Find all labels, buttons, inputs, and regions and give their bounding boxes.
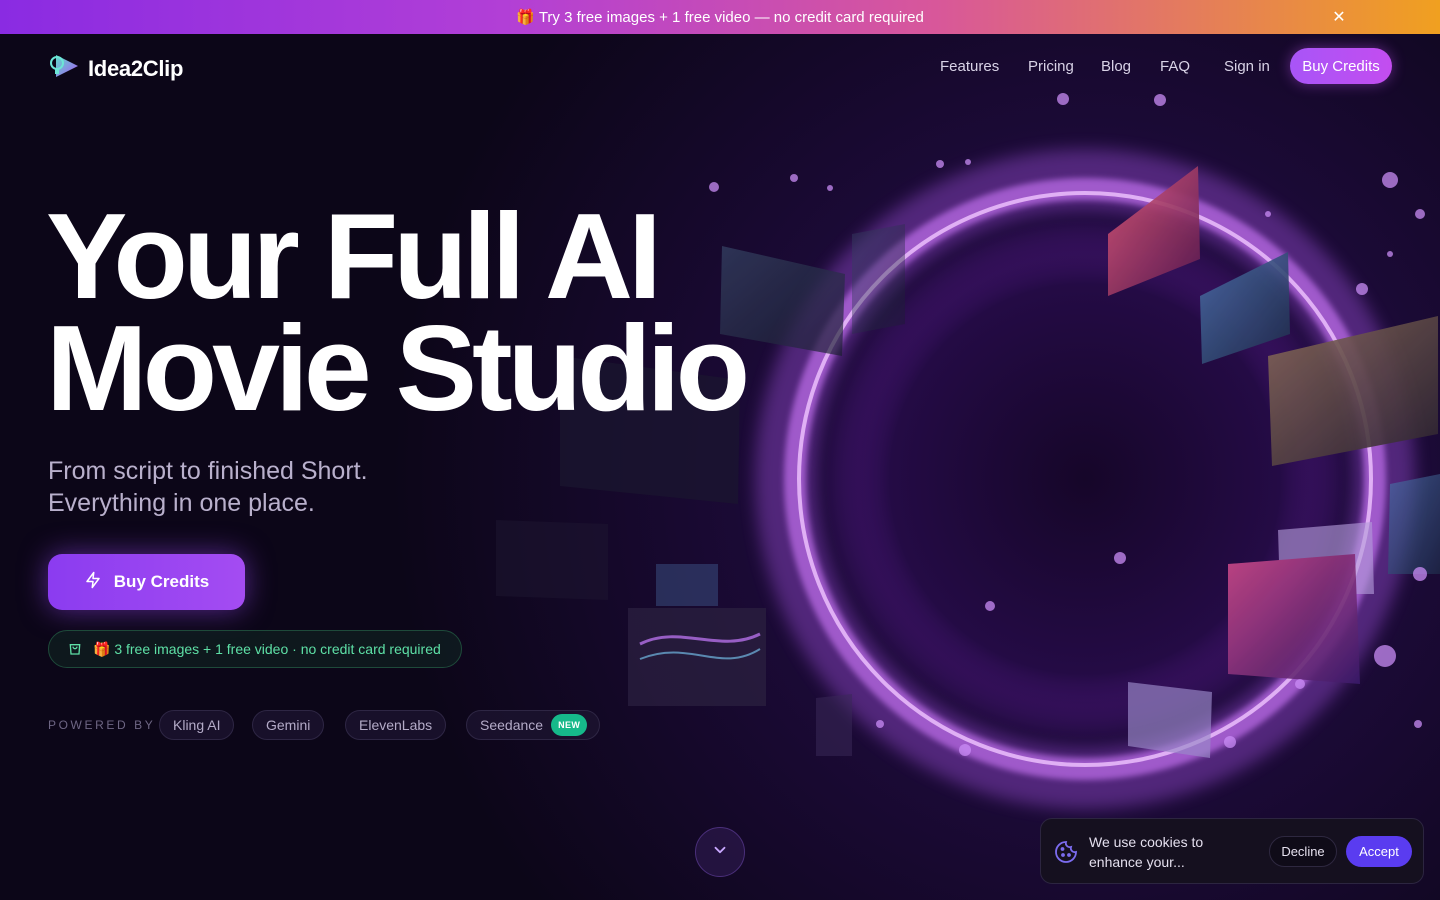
headline-line-2: Movie Studio xyxy=(46,300,750,436)
cookie-banner: We use cookies to enhance your... Declin… xyxy=(1040,818,1424,884)
sign-in-link[interactable]: Sign in xyxy=(1224,58,1270,75)
logo-text: Idea2Clip xyxy=(88,55,184,81)
hero-buy-credits-button[interactable]: Buy Credits xyxy=(48,554,245,610)
nav-link-pricing[interactable]: Pricing xyxy=(1028,58,1074,75)
hero-headline: Your Full AI Movie Studio xyxy=(46,188,750,436)
shopping-bag-icon xyxy=(67,640,83,659)
provider-chip-elevenlabs: ElevenLabs xyxy=(345,710,447,740)
provider-chip-gemini: Gemini xyxy=(252,710,325,740)
new-badge: NEW xyxy=(551,714,588,736)
cta-label: Buy Credits xyxy=(113,572,210,591)
logo-icon xyxy=(48,52,80,85)
provider-label: ElevenLabs xyxy=(359,717,433,733)
nav-buy-credits-button[interactable]: Buy Credits xyxy=(1290,48,1392,84)
provider-label: Gemini xyxy=(266,717,311,733)
cookie-icon xyxy=(1054,840,1078,869)
free-offer-text: 🎁 3 free images + 1 free video · no cred… xyxy=(93,640,441,657)
logo[interactable]: Idea2Clip xyxy=(48,52,183,85)
hero-subtitle: From script to finished Short. Everythin… xyxy=(48,455,368,519)
powered-by-label: POWERED BY xyxy=(48,718,156,732)
nav-link-faq[interactable]: FAQ xyxy=(1160,58,1190,75)
provider-chip-kling: Kling AI xyxy=(159,710,235,740)
decline-button[interactable]: Decline xyxy=(1269,836,1337,867)
gift-icon: 🎁 xyxy=(516,9,535,26)
cookie-text: We use cookies to enhance your... xyxy=(1089,834,1204,870)
provider-label: Seedance xyxy=(480,717,544,733)
provider-label: Kling AI xyxy=(173,717,221,733)
headline-line-1: Your Full AI xyxy=(46,188,662,324)
lightning-icon xyxy=(84,571,102,594)
top-nav: Idea2Clip Features Pricing Blog FAQ Sign… xyxy=(0,34,1440,100)
chevron-down-icon xyxy=(711,841,729,864)
subtitle-line-1: From script to finished Short. xyxy=(48,457,368,485)
subtitle-line-2: Everything in one place. xyxy=(48,489,315,517)
provider-chip-seedance: Seedance NEW xyxy=(466,710,601,740)
scroll-down-button[interactable] xyxy=(695,827,745,877)
accept-button[interactable]: Accept xyxy=(1346,836,1412,867)
promo-banner: 🎁 Try 3 free images + 1 free video — no … xyxy=(0,0,1440,34)
nav-link-blog[interactable]: Blog xyxy=(1101,58,1131,75)
free-offer-pill: 🎁 3 free images + 1 free video · no cred… xyxy=(48,630,462,668)
nav-link-features[interactable]: Features xyxy=(940,58,999,75)
promo-text: Try 3 free images + 1 free video — no cr… xyxy=(538,8,924,26)
close-icon[interactable]: ✕ xyxy=(1330,8,1348,26)
